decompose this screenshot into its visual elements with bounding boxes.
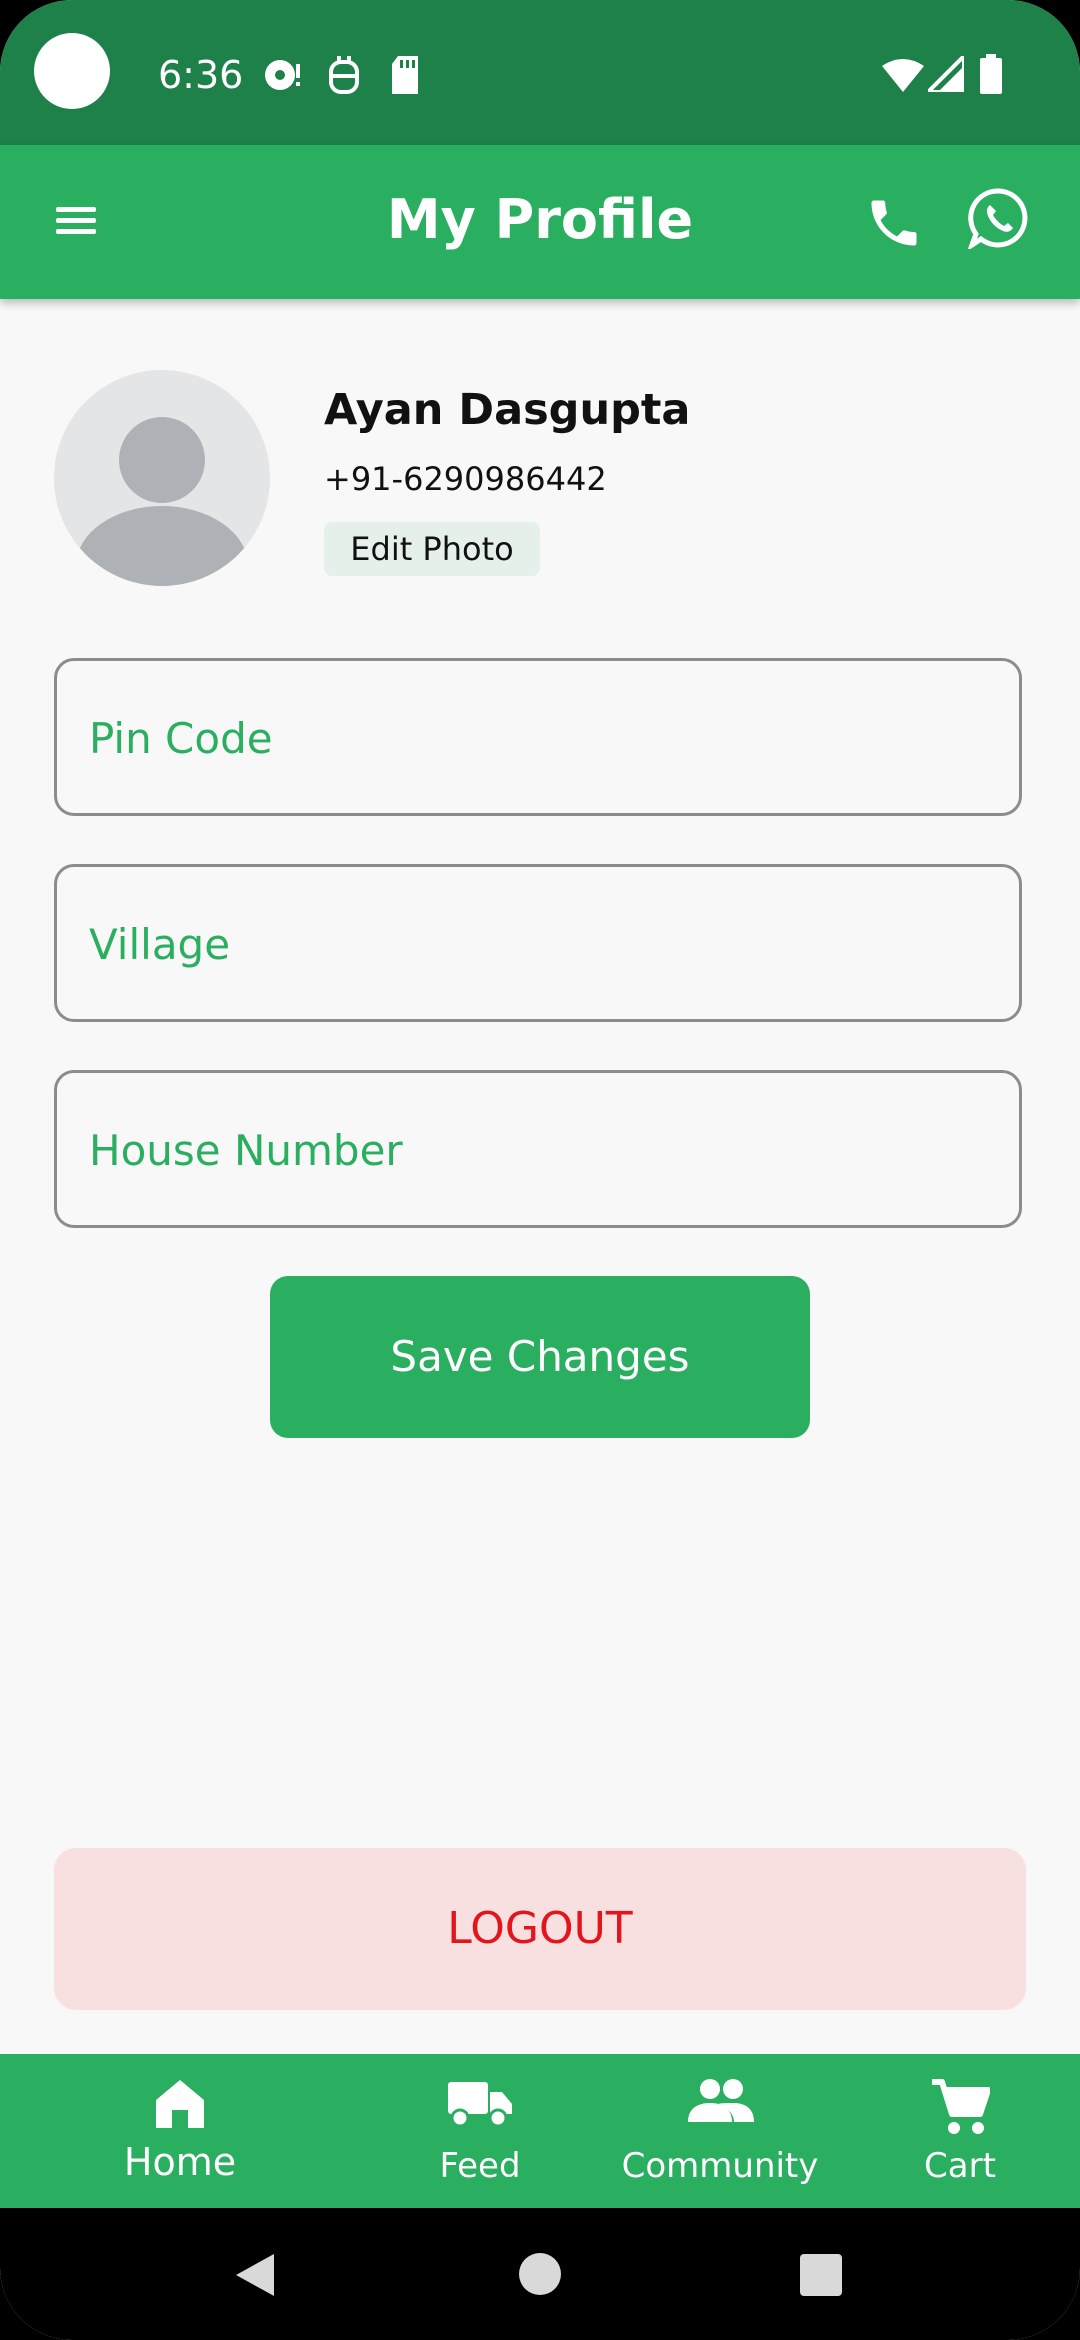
village-field[interactable] (54, 864, 1022, 1022)
house-number-field[interactable] (54, 1070, 1022, 1228)
people-icon (688, 2079, 754, 2122)
home-circle-icon[interactable] (518, 2252, 562, 2296)
edit-photo-button[interactable]: Edit Photo (324, 522, 540, 576)
notification-icon (265, 60, 300, 90)
village-input[interactable] (87, 867, 991, 1021)
nav-label: Community (621, 2146, 819, 2186)
whatsapp-icon[interactable] (968, 187, 1030, 249)
phone-screen: 6:36 My Profile Ayan Dasgupta +91-629098… (0, 0, 1080, 2340)
avatar[interactable] (54, 370, 270, 586)
user-phone: +91-6290986442 (324, 460, 607, 498)
android-debug-icon (329, 56, 359, 94)
person-placeholder-icon (76, 417, 248, 586)
nav-item-home[interactable]: Home (80, 2054, 280, 2208)
logout-button[interactable]: LOGOUT (54, 1848, 1026, 2010)
phone-icon[interactable] (864, 193, 924, 253)
house-number-input[interactable] (87, 1073, 991, 1227)
cart-icon (932, 2079, 990, 2134)
signal-icon (928, 56, 964, 92)
status-bar: 6:36 (0, 0, 1080, 145)
recents-icon[interactable] (800, 2254, 842, 2296)
bottom-nav: Home Feed Community Cart (0, 2054, 1080, 2208)
sd-card-icon (392, 56, 418, 94)
wifi-icon (882, 59, 924, 92)
home-icon (156, 2080, 204, 2128)
nav-item-cart[interactable]: Cart (860, 2054, 1060, 2208)
user-name: Ayan Dasgupta (324, 385, 691, 435)
nav-label: Cart (924, 2146, 996, 2186)
nav-label: Feed (439, 2146, 521, 2186)
nav-item-community[interactable]: Community (600, 2054, 840, 2208)
truck-icon (448, 2082, 512, 2128)
pin-code-field[interactable] (54, 658, 1022, 816)
save-changes-button[interactable]: Save Changes (270, 1276, 810, 1438)
nav-label: Home (123, 2140, 237, 2184)
nav-item-feed[interactable]: Feed (380, 2054, 580, 2208)
battery-icon (980, 54, 1002, 94)
camera-cutout (34, 33, 110, 109)
back-icon[interactable] (234, 2252, 276, 2298)
pin-code-input[interactable] (87, 661, 991, 815)
status-time: 6:36 (158, 53, 244, 97)
app-bar: My Profile (0, 145, 1080, 299)
system-nav-bar (0, 2208, 1080, 2340)
